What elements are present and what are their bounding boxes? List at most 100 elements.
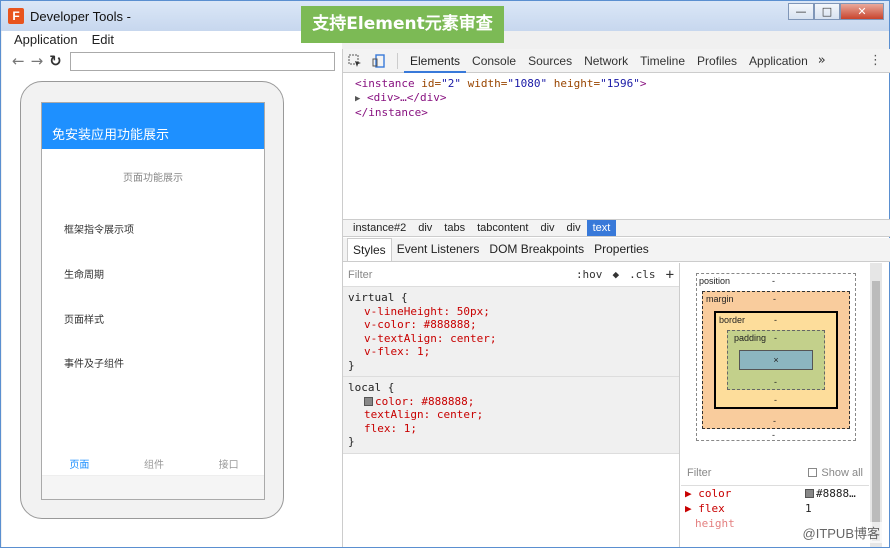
styles-filter-input[interactable]: Filter <box>348 269 566 281</box>
box-model-value: - <box>772 276 775 286</box>
style-property[interactable]: v-flex: 1; <box>348 345 679 359</box>
style-property[interactable]: flex: 1; <box>348 422 679 436</box>
back-arrow-icon[interactable]: ← <box>12 52 25 70</box>
devtools-tab-bar: Elements Console Sources Network Timelin… <box>343 49 890 73</box>
minimize-button[interactable]: — <box>788 3 814 20</box>
computed-prop: height <box>695 517 735 530</box>
rule-selector[interactable]: virtual { <box>348 291 679 305</box>
dom-node-div[interactable]: ▶ <div>…</div> <box>355 91 890 106</box>
box-model-value: - <box>773 416 776 426</box>
box-model-value: - <box>774 395 777 405</box>
tab-console[interactable]: Console <box>466 49 522 73</box>
computed-filter-input[interactable]: Filter <box>687 467 711 479</box>
breadcrumb-item[interactable]: tabcontent <box>471 220 534 236</box>
style-property-color[interactable]: color: #888888; <box>348 395 679 409</box>
scrollbar-thumb[interactable] <box>872 281 880 541</box>
menu-edit[interactable]: Edit <box>92 31 114 49</box>
computed-prop: flex <box>698 502 725 515</box>
tab-dom-breakpoints[interactable]: DOM Breakpoints <box>484 238 589 261</box>
dom-node-instance-close[interactable]: </instance> <box>355 106 890 120</box>
box-model-content: × <box>739 350 813 370</box>
hover-state-toggle[interactable]: :hov <box>576 268 603 281</box>
box-model-padding: padding - - × <box>727 330 825 390</box>
list-item[interactable]: 页面样式 <box>64 311 104 326</box>
tab-application[interactable]: Application <box>743 49 814 73</box>
close-button[interactable]: ✕ <box>840 3 884 20</box>
dom-tag: </instance> <box>355 106 428 119</box>
expand-arrow-icon[interactable]: ▶ <box>355 94 360 104</box>
style-property[interactable]: v-color: #888888; <box>348 318 679 332</box>
box-model-padding-label: padding <box>734 333 767 343</box>
box-model-margin-label: margin <box>706 294 734 304</box>
list-item[interactable]: 框架指令展示项 <box>64 221 134 236</box>
tab-sources[interactable]: Sources <box>522 49 578 73</box>
tab-properties[interactable]: Properties <box>589 238 654 261</box>
reload-icon[interactable]: ↻ <box>49 52 62 70</box>
breadcrumb-item[interactable]: div <box>561 220 587 236</box>
dom-node-instance[interactable]: <instance id="2" width="1080" height="15… <box>355 77 890 91</box>
window-controls: — □ ✕ <box>788 3 884 20</box>
inspect-icon[interactable] <box>343 49 367 73</box>
style-rule-local: local { color: #888888; textAlign: cente… <box>343 377 679 454</box>
dom-attr-value: "1080" <box>507 77 548 90</box>
show-all-checkbox[interactable]: Show all <box>808 467 863 479</box>
dom-attr: height= <box>547 77 601 90</box>
list-item[interactable]: 事件及子组件 <box>64 355 124 370</box>
color-swatch-icon <box>805 489 814 498</box>
style-property[interactable]: v-lineHeight: 50px; <box>348 305 679 319</box>
url-input[interactable] <box>69 51 335 71</box>
computed-value: 1 <box>805 502 812 515</box>
phone-tab-component[interactable]: 组件 <box>144 456 164 471</box>
expand-arrow-icon[interactable]: ▶ <box>685 487 698 500</box>
color-swatch-icon[interactable] <box>364 396 373 406</box>
breadcrumb-item-selected[interactable]: text <box>586 220 617 236</box>
tab-profiles[interactable]: Profiles <box>691 49 743 73</box>
tab-event-listeners[interactable]: Event Listeners <box>392 238 485 261</box>
color-format-icon[interactable]: ◆ <box>612 268 619 281</box>
menu-application[interactable]: Application <box>14 31 78 49</box>
phone-header-title: 免安装应用功能展示 <box>42 103 264 149</box>
box-model-value: - <box>773 294 776 304</box>
rule-close: } <box>348 358 355 372</box>
forward-arrow-icon[interactable]: → <box>31 52 44 70</box>
list-item[interactable]: 生命周期 <box>64 266 104 281</box>
phone-tab-bar: 页面 组件 接口 <box>42 456 264 471</box>
kebab-menu-icon[interactable]: ⋮ <box>869 53 882 68</box>
phone-screen: 免安装应用功能展示 页面功能展示 框架指令展示项 生命周期 页面样式 事件及子组… <box>41 102 265 500</box>
more-tabs-icon[interactable]: » <box>818 53 826 68</box>
style-property[interactable]: textAlign: center; <box>348 408 679 422</box>
rule-close: } <box>348 435 355 448</box>
style-property[interactable]: v-textAlign: center; <box>348 332 679 346</box>
box-model-value: - <box>772 430 775 440</box>
breadcrumb-item[interactable]: div <box>534 220 560 236</box>
phone-tab-api[interactable]: 接口 <box>219 456 239 471</box>
device-icon[interactable] <box>367 49 391 73</box>
tab-network[interactable]: Network <box>578 49 634 73</box>
tab-styles[interactable]: Styles <box>347 238 392 261</box>
maximize-button[interactable]: □ <box>814 3 840 20</box>
box-model-value: - <box>774 315 777 325</box>
breadcrumb-item[interactable]: tabs <box>438 220 471 236</box>
class-toggle[interactable]: .cls <box>629 268 656 281</box>
computed-row[interactable]: ▶ flex 1 <box>681 501 869 516</box>
toolbar-divider <box>397 52 398 69</box>
expand-arrow-icon[interactable]: ▶ <box>685 502 698 515</box>
tab-timeline[interactable]: Timeline <box>634 49 691 73</box>
menu-bar: Application Edit <box>2 31 342 49</box>
add-rule-icon[interactable]: + <box>666 267 674 283</box>
tab-elements[interactable]: Elements <box>404 49 467 73</box>
phone-tab-page[interactable]: 页面 <box>69 456 89 471</box>
style-property-text: color: #888888; <box>375 394 475 408</box>
preview-pane: 免安装应用功能展示 页面功能展示 框架指令展示项 生命周期 页面样式 事件及子组… <box>2 73 342 547</box>
dom-attr-value: "2" <box>441 77 461 90</box>
phone-subtitle: 页面功能展示 <box>123 173 183 184</box>
rule-selector[interactable]: local { <box>348 381 679 395</box>
sidebar-tab-bar: Styles Event Listeners DOM Breakpoints P… <box>343 238 890 262</box>
breadcrumb-item[interactable]: div <box>412 220 438 236</box>
scrollbar[interactable] <box>870 263 882 547</box>
computed-row[interactable]: ▶ color #8888… <box>681 486 869 501</box>
app-window: F Developer Tools - — □ ✕ 支持Element元素审查 … <box>0 0 890 548</box>
box-model-value: - <box>774 377 777 387</box>
app-logo-icon: F <box>8 8 24 24</box>
breadcrumb-item[interactable]: instance#2 <box>347 220 412 236</box>
